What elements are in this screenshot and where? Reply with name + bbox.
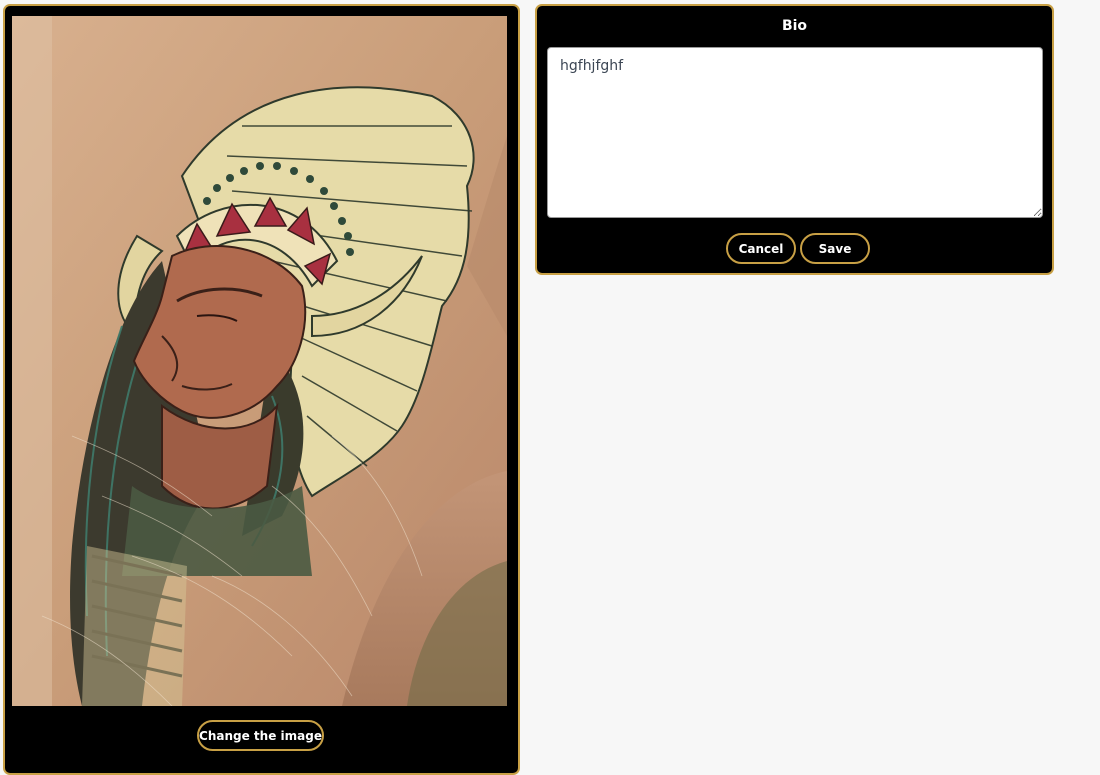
tattoo-illustration [12, 16, 507, 706]
save-button[interactable]: Save [800, 233, 870, 264]
bio-actions: Cancel Save [537, 233, 1052, 264]
cancel-button[interactable]: Cancel [726, 233, 796, 264]
change-image-button[interactable]: Change the image [197, 720, 324, 751]
bio-panel: Bio hgfhjfghf Cancel Save [535, 4, 1054, 275]
bio-title: Bio [781, 18, 808, 34]
tattoo-photo [12, 16, 507, 706]
bio-textarea[interactable]: hgfhjfghf [547, 47, 1043, 218]
image-panel: Change the image [3, 4, 520, 775]
